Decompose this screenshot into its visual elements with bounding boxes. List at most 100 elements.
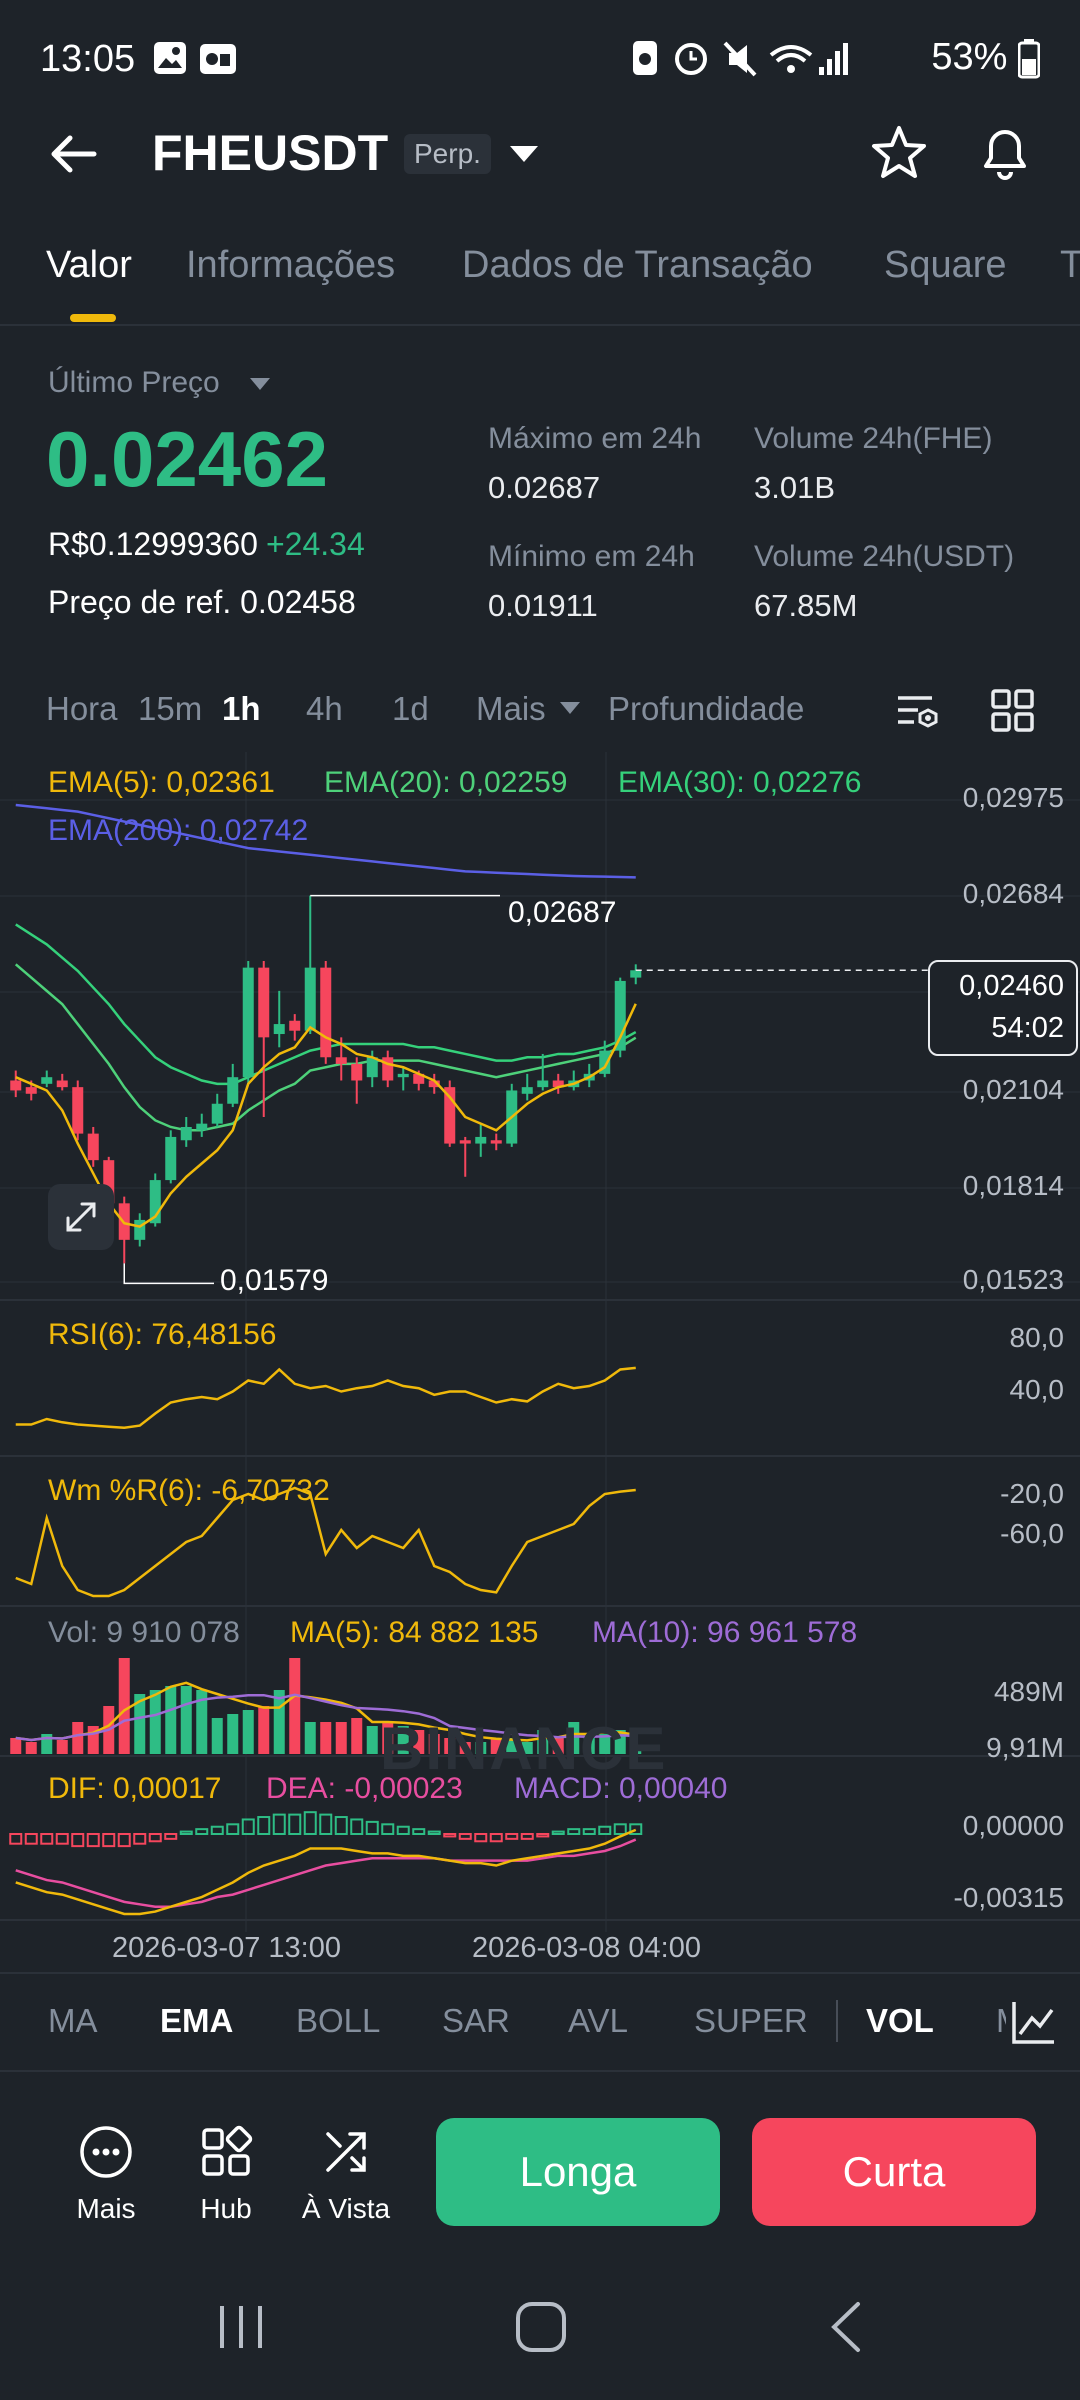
rsi-line — [15, 1366, 636, 1430]
interval-hora[interactable]: Hora — [46, 690, 118, 728]
interval-profundidade[interactable]: Profundidade — [608, 690, 804, 728]
candle-up — [196, 1123, 208, 1131]
symbol-title[interactable]: FHEUSDT — [152, 124, 388, 182]
favorite-star-icon[interactable] — [870, 124, 928, 182]
macd-bar-down — [520, 1833, 534, 1840]
macd-bar-down — [9, 1833, 23, 1845]
candle-down — [10, 1080, 22, 1091]
macd-bar-down — [102, 1833, 116, 1848]
expand-chart-button[interactable] — [48, 1184, 114, 1250]
system-back-icon[interactable] — [826, 2300, 866, 2354]
macd-bar-up — [427, 1830, 441, 1836]
high-24h-label: Máximo em 24h — [488, 422, 702, 455]
short-button[interactable]: Curta — [752, 2118, 1036, 2226]
macd-bar-up — [288, 1813, 302, 1836]
macd-bar-up — [412, 1828, 426, 1835]
spot-button[interactable]: À Vista — [294, 2124, 398, 2225]
hub-button[interactable]: Hub — [176, 2124, 276, 2225]
indicator-ema[interactable]: EMA — [160, 2002, 233, 2040]
chart-settings-icon[interactable] — [894, 688, 940, 734]
macd-bar-down — [474, 1833, 488, 1843]
rsi-label: RSI(6): 76,48156 — [48, 1318, 277, 1351]
y-label: 0,02104 — [962, 1074, 1064, 1105]
ref-price-label: Preço de ref. — [48, 584, 232, 620]
indicator-avl[interactable]: AVL — [568, 2002, 628, 2040]
indicator-settings-icon[interactable] — [1010, 1998, 1058, 2046]
tab-informacoes[interactable]: Informações — [186, 244, 395, 287]
more-label: Mais — [76, 2193, 136, 2224]
tab-square[interactable]: Square — [884, 244, 1007, 287]
ref-price-value: 0.02458 — [240, 584, 356, 620]
macd-bar-down — [443, 1833, 457, 1838]
volume-bar-down — [118, 1658, 130, 1754]
volume-bar-down — [10, 1738, 22, 1754]
macd-bar-up — [334, 1816, 348, 1835]
interval-1h[interactable]: 1h — [222, 690, 261, 728]
tab-dados-transacao[interactable]: Dados de Transação — [462, 244, 813, 287]
last-price-label[interactable]: Último Preço — [48, 366, 220, 400]
interval-mais[interactable]: Mais — [476, 690, 546, 728]
interval-1d[interactable]: 1d — [392, 690, 429, 728]
mais-dropdown-icon[interactable] — [560, 702, 580, 714]
tab-overflow[interactable]: T — [1060, 244, 1080, 287]
indicator-ma[interactable]: MA — [48, 2002, 98, 2040]
status-icons — [632, 40, 848, 77]
macd-bar-down — [133, 1833, 147, 1845]
volume-quote-value: 67.85M — [754, 588, 858, 623]
high-marker-label: 0,02687 — [508, 896, 617, 929]
symbol-dropdown-icon[interactable] — [510, 146, 538, 162]
candle-up — [41, 1077, 53, 1084]
layout-grid-icon[interactable] — [990, 688, 1036, 734]
macd-label: MACD: 0,00040 — [514, 1772, 728, 1805]
tab-bar: Valor Informações Dados de Transação Squ… — [0, 236, 1080, 326]
indicator-overflow[interactable]: M — [996, 2002, 1006, 2040]
interval-bar: Hora 15m 1h 4h 1d Mais Profundidade — [0, 670, 1080, 750]
candle-up — [211, 1103, 223, 1124]
candle-down — [459, 1140, 471, 1144]
gallery-icon — [154, 42, 186, 74]
hub-grid-icon — [202, 2125, 253, 2176]
notification-icon — [200, 44, 236, 74]
interval-15m[interactable]: 15m — [138, 690, 202, 728]
volume-bar-up — [366, 1726, 378, 1754]
current-price: 0,02460 — [959, 970, 1064, 1002]
candle-down — [335, 1057, 347, 1064]
volume-label: Vol: 9 910 078 — [48, 1616, 240, 1649]
low-marker-line — [123, 1263, 214, 1285]
back-arrow-icon[interactable] — [48, 128, 100, 180]
more-button[interactable]: Mais — [56, 2124, 156, 2225]
indicator-vol[interactable]: VOL — [866, 2002, 934, 2040]
volume-quote-label: Volume 24h(USDT) — [754, 540, 1015, 573]
status-time: 13:05 — [40, 38, 136, 80]
battery-icon — [1017, 38, 1041, 79]
long-button[interactable]: Longa — [436, 2118, 720, 2226]
candle-down — [87, 1133, 99, 1161]
home-icon[interactable] — [514, 2300, 568, 2354]
volume-bar-down — [335, 1722, 347, 1754]
time-axis-label: 2026-03-07 13:00 — [112, 1932, 341, 1964]
y-label: 0,01814 — [962, 1170, 1064, 1201]
macd-bar-down — [117, 1833, 131, 1848]
chart-area[interactable]: BINANCE EMA(5): 0,02361 EMA(20): 0,02259… — [0, 752, 1080, 1972]
price-change: +24.34 — [265, 526, 365, 562]
volume-bar-up — [149, 1690, 161, 1754]
indicator-boll[interactable]: BOLL — [296, 2002, 380, 2040]
candle-up — [180, 1126, 192, 1141]
ema30-label: EMA(30): 0,02276 — [618, 766, 862, 799]
price-type-dropdown-icon[interactable] — [250, 378, 270, 390]
fiat-price-row: R$0.12999360 +24.34 — [48, 526, 365, 563]
candle-up — [537, 1080, 549, 1088]
macd-bar-up — [350, 1818, 364, 1836]
wr-axis-label: -20,0 — [1000, 1478, 1064, 1509]
candle-countdown: 54:02 — [991, 1012, 1064, 1044]
indicator-super[interactable]: SUPER — [694, 2002, 808, 2040]
macd-bar-up — [303, 1811, 317, 1835]
tab-valor[interactable]: Valor — [46, 244, 132, 287]
indicator-sar[interactable]: SAR — [442, 2002, 510, 2040]
expand-icon — [66, 1202, 96, 1232]
recent-apps-icon[interactable] — [214, 2302, 268, 2352]
macd-axis-label: -0,00315 — [953, 1882, 1064, 1913]
interval-4h[interactable]: 4h — [306, 690, 343, 728]
macd-bar-up — [365, 1820, 379, 1835]
alert-bell-icon[interactable] — [976, 122, 1034, 182]
